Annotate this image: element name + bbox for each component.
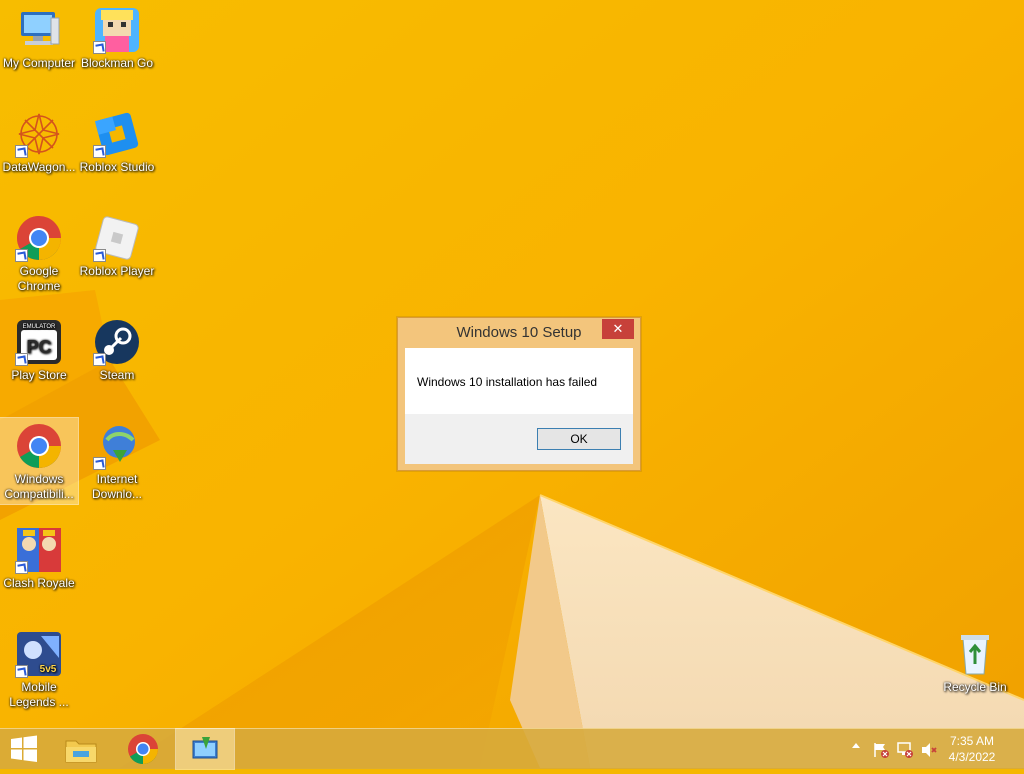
close-icon: ✕ <box>612 321 624 336</box>
show-hidden-icons-icon[interactable] <box>852 743 860 748</box>
emulator-badge: EMULATOR <box>23 324 56 330</box>
desktop-icon-label: Roblox Player <box>79 264 155 278</box>
roblox-studio-icon <box>93 110 141 158</box>
taskbar-windows-setup[interactable] <box>175 728 235 770</box>
desktop-icon-label: Recycle Bin <box>943 680 1007 694</box>
datawagon-icon <box>15 110 63 158</box>
desktop-icon-blockman-go[interactable]: Blockman Go <box>78 2 156 71</box>
shortcut-arrow-icon <box>15 145 28 158</box>
desktop-icon-mobile-legends[interactable]: 5v5 Mobile Legends ... <box>0 626 78 710</box>
desktop-icon-label: Google Chrome <box>17 264 61 293</box>
taskbar-file-explorer[interactable] <box>58 729 104 769</box>
system-tray <box>846 729 946 769</box>
mobile-legends-icon: 5v5 <box>15 630 63 678</box>
taskbar-chrome[interactable] <box>120 729 166 769</box>
dialog-message: Windows 10 installation has failed <box>417 375 598 389</box>
desktop-icon-label: Internet Downlo... <box>91 472 143 501</box>
desktop-icon-recycle-bin[interactable]: Recycle Bin <box>936 626 1014 695</box>
desktop-icon-google-chrome[interactable]: Google Chrome <box>0 210 78 294</box>
desktop-icon-my-computer[interactable]: My Computer <box>0 2 78 71</box>
shortcut-arrow-icon <box>15 249 28 262</box>
file-explorer-icon <box>65 740 97 763</box>
internet-download-manager-icon <box>93 422 141 470</box>
shortcut-arrow-icon <box>15 665 28 678</box>
desktop-icon-label: Blockman Go <box>80 56 154 70</box>
desktop-icon-steam[interactable]: Steam <box>78 314 156 383</box>
taskbar: 7:35 AM 4/3/2022 <box>0 728 1024 770</box>
desktop-icon-internet-download-manager[interactable]: Internet Downlo... <box>78 418 156 502</box>
desktop-icon-label: Windows Compatibili... <box>4 472 74 501</box>
shortcut-arrow-icon <box>93 249 106 262</box>
desktop-icon-label: Play Store <box>11 368 67 382</box>
play-store-emulator-icon: EMULATOR PC <box>15 318 63 366</box>
blockman-go-icon <box>93 6 141 54</box>
clash-royale-icon <box>15 526 63 574</box>
network-icon[interactable] <box>896 741 914 759</box>
desktop-icon-label: DataWagon... <box>2 160 76 174</box>
roblox-player-icon <box>93 214 141 262</box>
shortcut-arrow-icon <box>93 353 106 366</box>
shortcut-arrow-icon <box>93 145 106 158</box>
desktop-icon-datawagon[interactable]: DataWagon... <box>0 106 78 175</box>
dialog-footer: OK <box>405 414 633 464</box>
desktop-icon-label: Clash Royale <box>3 576 75 590</box>
taskbar-clock[interactable]: 7:35 AM 4/3/2022 <box>942 733 1002 765</box>
shortcut-arrow-icon <box>15 561 28 574</box>
desktop-icon-roblox-player[interactable]: Roblox Player <box>78 210 156 279</box>
clock-date: 4/3/2022 <box>948 750 996 764</box>
pc-text: PC <box>26 337 51 357</box>
shortcut-arrow-icon <box>93 457 106 470</box>
desktop-icon-label: My Computer <box>2 56 76 70</box>
my-computer-icon <box>15 6 63 54</box>
ok-button[interactable]: OK <box>537 428 621 450</box>
chrome-icon <box>15 214 63 262</box>
desktop-icon-roblox-studio[interactable]: Roblox Studio <box>78 106 156 175</box>
five-v-five-badge: 5v5 <box>40 664 57 675</box>
volume-muted-icon[interactable] <box>920 741 938 759</box>
desktop-icon-label: Mobile Legends ... <box>9 680 69 709</box>
windows-logo-icon <box>11 735 37 762</box>
desktop-icon-play-store[interactable]: EMULATOR PC Play Store <box>0 314 78 383</box>
desktop-icon-windows-compatibility[interactable]: Windows Compatibili... <box>0 417 79 505</box>
close-button[interactable]: ✕ <box>602 319 634 339</box>
chrome-icon <box>15 422 63 470</box>
windows-setup-icon <box>192 737 218 759</box>
steam-icon <box>93 318 141 366</box>
start-button[interactable] <box>0 729 48 769</box>
shortcut-arrow-icon <box>15 353 28 366</box>
clock-time: 7:35 AM <box>949 734 995 748</box>
dialog-body: Windows 10 installation has failed <box>405 348 633 414</box>
desktop-icon-clash-royale[interactable]: Clash Royale <box>0 522 78 591</box>
desktop-icon-label: Roblox Studio <box>79 160 155 174</box>
shortcut-arrow-icon <box>93 41 106 54</box>
desktop-icon-label: Steam <box>99 368 135 382</box>
setup-dialog: Windows 10 Setup ✕ Windows 10 installati… <box>397 317 641 471</box>
chrome-icon <box>128 734 158 765</box>
recycle-bin-icon <box>951 630 999 678</box>
action-center-flag-icon[interactable] <box>872 741 890 759</box>
